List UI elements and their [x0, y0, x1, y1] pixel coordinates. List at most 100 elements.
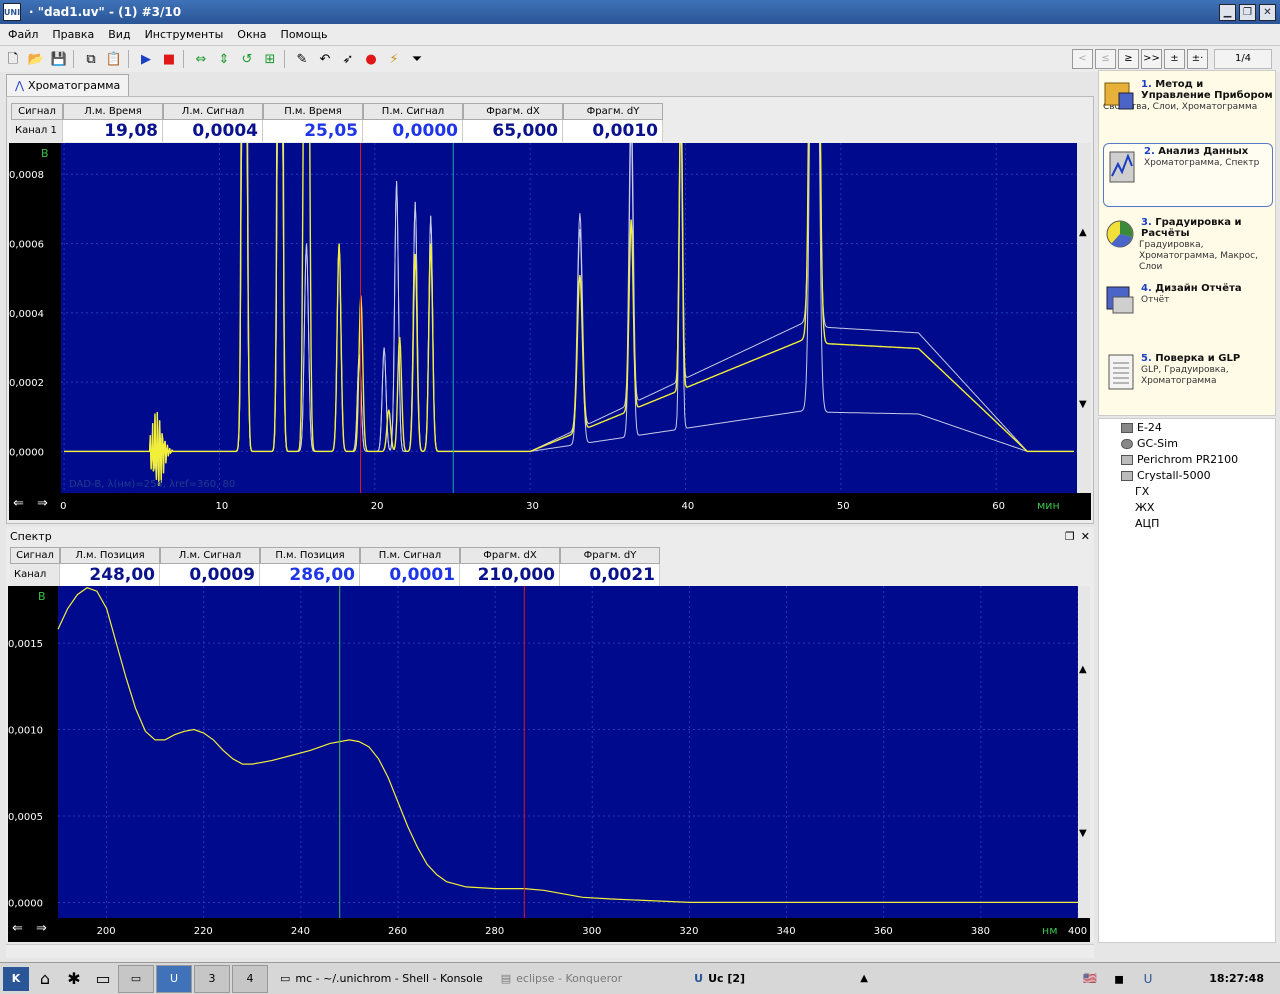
tray-icon[interactable]: ◼ — [1106, 967, 1132, 991]
tree-item[interactable]: GC-Sim — [1121, 437, 1178, 450]
chrom-x-tick: 20 — [371, 501, 384, 512]
tree-item[interactable]: ЖХ — [1135, 501, 1154, 514]
desktop-4[interactable]: 4 — [232, 964, 268, 993]
save-icon[interactable]: 💾 — [49, 49, 69, 69]
chrom-x-tick: 40 — [682, 501, 695, 512]
spec-x-unit: нм — [1042, 924, 1058, 937]
app-icon: UNI — [3, 3, 21, 21]
tray-app-icon[interactable]: U — [1135, 967, 1161, 991]
tree-item[interactable]: Perichrom PR2100 — [1121, 453, 1238, 466]
tab-chromatogram[interactable]: ⋀ Хроматограмма — [6, 74, 130, 96]
lightning-icon[interactable]: ⚡ — [384, 49, 404, 69]
task-konqueror[interactable]: ▤ eclipse - Konqueror — [495, 965, 628, 993]
tree-item[interactable]: АЦП — [1135, 517, 1159, 530]
prev-page-button[interactable]: ≤ — [1095, 49, 1116, 69]
new-file-icon[interactable]: 🗋 — [3, 49, 23, 69]
workflow-item-glp[interactable]: 5. Поверка и GLP GLP, Градуировка, Хрома… — [1103, 353, 1273, 390]
next-page-button[interactable]: ≥ — [1118, 49, 1139, 69]
task-unichrom[interactable]: U Uc [2] — [688, 965, 751, 993]
zoom-horizontal-icon[interactable]: ⇔ — [191, 49, 211, 69]
scroll-right-icon[interactable]: ⇒ — [37, 496, 48, 511]
scroll-down-icon[interactable]: ▼ — [1079, 828, 1087, 839]
menu-windows[interactable]: Окна — [237, 28, 266, 41]
spec-x-tick: 260 — [388, 926, 407, 937]
zoom-vertical-icon[interactable]: ⇕ — [214, 49, 234, 69]
stop-icon[interactable]: ■ — [159, 49, 179, 69]
menu-edit[interactable]: Правка — [52, 28, 94, 41]
page-counter: 1/4 — [1214, 49, 1272, 69]
open-folder-icon[interactable]: 📂 — [26, 49, 46, 69]
restore-button[interactable]: ❐ — [1239, 3, 1256, 21]
undo-zoom-icon[interactable]: ↺ — [237, 49, 257, 69]
horizontal-scrollbar[interactable] — [6, 944, 1094, 958]
taskbar-expand-icon[interactable]: ▲ — [851, 967, 877, 991]
menu-tools[interactable]: Инструменты — [145, 28, 224, 41]
play-icon[interactable]: ▶ — [136, 49, 156, 69]
pointer-icon[interactable]: ➶ — [338, 49, 358, 69]
remove-page-button[interactable]: ±· — [1187, 49, 1208, 69]
copy-icon[interactable]: ⧉ — [81, 49, 101, 69]
home-icon[interactable]: ⌂ — [32, 967, 58, 991]
filter-icon[interactable]: ⏷ — [407, 49, 427, 69]
fit-all-icon[interactable]: ⊞ — [260, 49, 280, 69]
add-page-button[interactable]: ± — [1164, 49, 1185, 69]
spectrum-titlebar: Спектр ❐ ✕ — [6, 527, 1094, 545]
row-channel: Канал 1 — [11, 120, 63, 142]
workflow-item-report[interactable]: 4. Дизайн Отчёта Отчёт — [1103, 283, 1273, 317]
chromatogram-icon: ⋀ — [15, 79, 25, 92]
spectrum-plot[interactable]: В 0,0015 0,0010 0,0005 0,0000 200 220 240 260 2… — [8, 586, 1090, 942]
glp-document-icon — [1103, 353, 1137, 390]
instrument-icon — [1121, 454, 1133, 465]
spectrum-close-icon[interactable]: ✕ — [1081, 530, 1090, 543]
keyboard-layout-icon[interactable]: 🇺🇸 — [1077, 967, 1103, 991]
instrument-icon — [1121, 422, 1133, 433]
desktop-3[interactable]: 3 — [194, 964, 230, 993]
instrument-icon — [1103, 79, 1137, 113]
network-icon[interactable]: ✱ — [61, 967, 87, 991]
col-frag-dy: Фрагм. dY — [560, 547, 660, 564]
scroll-left-icon[interactable]: ⇐ — [12, 921, 23, 936]
record-icon[interactable]: ● — [361, 49, 381, 69]
scroll-left-icon[interactable]: ⇐ — [13, 496, 24, 511]
workflow-item-calibration[interactable]: 3. Градуировка и Расчёты Градуировка, Хр… — [1103, 217, 1273, 273]
tree-item[interactable]: Crystall-5000 — [1121, 469, 1211, 482]
chromatogram-plot[interactable]: В 0,0008 0,0006 0,0004 0,0002 0,0000 0 10 20 30… — [9, 143, 1091, 520]
minimize-button[interactable]: ▁ — [1219, 3, 1236, 21]
menu-help[interactable]: Помощь — [281, 28, 328, 41]
kde-menu-icon[interactable]: K — [3, 966, 29, 991]
col-signal: Сигнал — [10, 547, 60, 564]
frag-dy-value: 0,0021 — [560, 564, 660, 586]
taskbar: K ⌂ ✱ ▭ ▭ U 3 4 ▭ mc - ~/.unichrom - Shel… — [0, 962, 1280, 994]
first-page-button[interactable]: < — [1072, 49, 1093, 69]
last-page-button[interactable]: >> — [1141, 49, 1162, 69]
tree-item[interactable]: ГХ — [1135, 485, 1149, 498]
spec-y-tick: 0,0015 — [8, 639, 43, 650]
spectrum-restore-icon[interactable]: ❐ — [1065, 530, 1075, 543]
workflow-item-method[interactable]: 1. Метод и Управление Прибором Свойства,… — [1103, 79, 1273, 113]
right-signal-value: 0,0001 — [360, 564, 460, 586]
desktop-1[interactable]: ▭ — [118, 964, 154, 993]
close-button[interactable]: ✕ — [1259, 3, 1276, 21]
tree-item[interactable]: E-24 — [1121, 421, 1162, 434]
scroll-down-icon[interactable]: ▼ — [1079, 399, 1087, 410]
marker-icon[interactable]: ✎ — [292, 49, 312, 69]
app-icon: U — [694, 972, 704, 985]
menu-file[interactable]: Файл — [8, 28, 38, 41]
undo-icon[interactable]: ↶ — [315, 49, 335, 69]
scroll-up-icon[interactable]: ▲ — [1079, 227, 1087, 238]
window-titlebar[interactable]: UNI · "dad1.uv" - (1) #3/10 ▁ ❐ ✕ — [0, 0, 1280, 24]
paste-icon[interactable]: 📋 — [104, 49, 124, 69]
workflow-item-analysis[interactable]: 2. Анализ Данных Хроматограмма, Спектр — [1103, 143, 1273, 207]
calibration-icon — [1103, 217, 1137, 251]
scroll-right-icon[interactable]: ⇒ — [36, 921, 47, 936]
col-frag-dy: Фрагм. dY — [563, 103, 663, 120]
menu-view[interactable]: Вид — [108, 28, 130, 41]
desktop-2[interactable]: U — [156, 964, 192, 993]
spec-x-tick: 240 — [291, 926, 310, 937]
chrom-x-tick: 10 — [215, 501, 228, 512]
chrom-y-tick: 0,0008 — [9, 170, 44, 181]
task-konsole[interactable]: ▭ mc - ~/.unichrom - Shell - Konsole — [274, 965, 489, 993]
spectrum-cursor-table: Сигнал Л.м. Позиция Л.м. Сигнал П.м. Поз… — [10, 547, 660, 602]
scroll-up-icon[interactable]: ▲ — [1079, 664, 1087, 675]
terminal-icon[interactable]: ▭ — [90, 967, 116, 991]
